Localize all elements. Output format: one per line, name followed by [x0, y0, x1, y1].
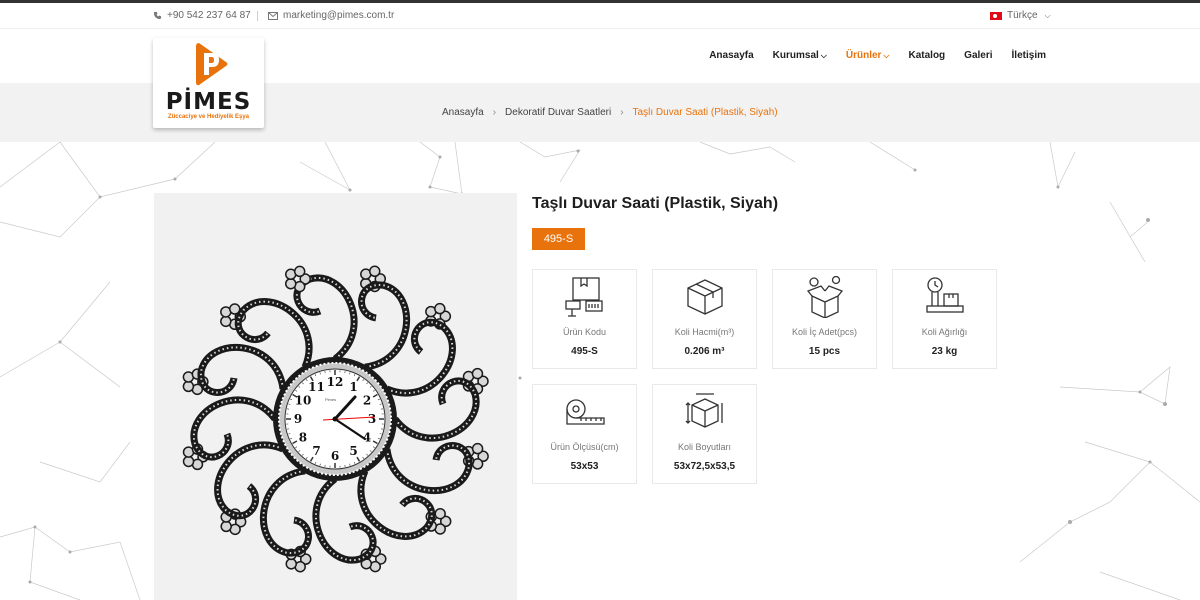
top-bar: +90 542 237 64 87 marketing@pimes.com.tr… — [0, 3, 1200, 29]
logo-mark-icon — [196, 43, 228, 86]
nav-label: Kurumsal — [772, 50, 819, 61]
clock-crystal — [471, 442, 484, 455]
clock-number: 10 — [295, 394, 312, 408]
clock-swirl-petal — [293, 274, 358, 362]
spec-value: 23 kg — [931, 346, 958, 357]
spec-card-product-size: Ürün Ölçüsü(cm) 53x53 — [532, 384, 637, 484]
clock-crystal — [284, 277, 297, 290]
topbar-divider — [257, 11, 258, 21]
clock-brand-text: Pimes — [325, 397, 336, 402]
clock-number: 2 — [363, 394, 371, 408]
email-link[interactable]: marketing@pimes.com.tr — [268, 10, 394, 21]
chevron-right-icon: › — [492, 107, 497, 118]
chevron-right-icon: › — [620, 107, 624, 118]
clock-number: 12 — [327, 375, 344, 389]
spec-label: Ürün Kodu — [562, 327, 607, 337]
breadcrumb: Anasayfa › Dekoratif Duvar Saatleri › Ta… — [442, 107, 778, 118]
nav-iletisim[interactable]: İletişim — [1012, 50, 1046, 61]
chevron-down-icon: ⌵ — [1044, 10, 1051, 20]
clock-number: 8 — [299, 431, 307, 445]
nav-urunler[interactable]: Ürünler ⌵ — [846, 50, 890, 61]
main-nav: Anasayfa Kurumsal ⌵ Ürünler ⌵ Katalog Gale… — [709, 50, 1046, 61]
clock-number: 1 — [349, 380, 357, 394]
box-quantity-icon — [806, 276, 844, 318]
clock-number: 9 — [294, 412, 302, 426]
spec-card-box-volume: Koli Hacmi(m³) 0.206 m³ — [652, 269, 757, 369]
clock-crystal — [471, 367, 484, 380]
clock-number: 11 — [308, 380, 325, 394]
wall-clock-image: 12 1234567891011Pimes — [182, 265, 489, 573]
spec-card-box-quantity: Koli İç Adet(pcs) 15 pcs — [772, 269, 877, 369]
clock-number: 3 — [368, 412, 376, 426]
nav-label: Anasayfa — [709, 50, 754, 61]
spec-label: Koli İç Adet(pcs) — [791, 327, 858, 337]
logo-tagline: Züccaciye ve Hediyelik Eşya — [167, 114, 250, 120]
breadcrumb-home[interactable]: Anasayfa — [442, 107, 484, 118]
chevron-down-icon: ⌵ — [883, 51, 890, 60]
spec-value: 53x53 — [570, 461, 599, 472]
clock-number: 5 — [349, 444, 357, 458]
turkey-flag-icon — [990, 11, 1002, 20]
language-label: Türkçe — [1007, 10, 1038, 21]
spec-label: Ürün Ölçüsü(cm) — [550, 442, 619, 452]
clock-crystal — [182, 455, 195, 468]
mail-icon — [268, 11, 278, 20]
spec-value: 0.206 m³ — [684, 346, 725, 357]
spec-label: Koli Ağırlığı — [921, 327, 968, 337]
nav-label: Galeri — [964, 50, 993, 61]
phone-link[interactable]: +90 542 237 64 87 — [153, 10, 251, 21]
chevron-down-icon: ⌵ — [820, 51, 827, 60]
clock-crystal — [220, 315, 232, 328]
clock-crystal — [220, 520, 232, 533]
clock-number: 6 — [331, 449, 339, 463]
spec-value: 15 pcs — [808, 346, 841, 357]
spec-card-box-weight: Koli Ağırlığı 23 kg — [892, 269, 997, 369]
phone-icon — [153, 11, 162, 20]
nav-label: Ürünler — [845, 50, 882, 61]
clock-swirl-petal — [392, 377, 480, 442]
clock-center-pin — [332, 416, 338, 422]
clock-crystal — [368, 265, 381, 278]
logo-wordmark: PİMES — [165, 89, 252, 115]
nav-label: Katalog — [908, 50, 946, 61]
phone-number: +90 542 237 64 87 — [167, 10, 251, 21]
breadcrumb-current: Taşlı Duvar Saati (Plastik, Siyah) — [632, 107, 778, 118]
clock-crystal — [285, 558, 298, 570]
product-image[interactable]: 12 1 2 3 4 5 6 7 8 9 10 11 Pimes — [154, 193, 517, 600]
scale-weight-icon — [926, 277, 964, 313]
site-logo[interactable]: PİMES Züccaciye ve Hediyelik Eşya — [153, 38, 264, 128]
clock-crystal — [434, 507, 446, 520]
spec-label: Koli Hacmi(m³) — [674, 327, 735, 337]
measuring-tape-icon — [566, 399, 605, 425]
clock-crystal — [182, 380, 195, 393]
spec-value: 53x72,5x53,5 — [673, 461, 736, 472]
clock-swirl-petal — [190, 396, 278, 461]
clock-number: 7 — [312, 444, 320, 458]
nav-katalog[interactable]: Katalog — [909, 50, 946, 61]
spec-value: 495-S — [571, 346, 598, 357]
nav-kurumsal[interactable]: Kurumsal ⌵ — [773, 50, 827, 61]
language-selector[interactable]: Türkçe ⌵ — [990, 10, 1051, 21]
product-code-icon — [565, 277, 603, 317]
clock-crystal — [293, 265, 306, 278]
spec-label: Koli Boyutları — [677, 442, 732, 452]
clock-swirl-petal — [312, 476, 377, 564]
product-code-badge: 495-S — [532, 228, 585, 250]
nav-galeri[interactable]: Galeri — [964, 50, 992, 61]
spec-card-product-code: Ürün Kodu 495-S — [532, 269, 637, 369]
spec-card-box-dimensions: Koli Boyutları 53x72,5x53,5 — [652, 384, 757, 484]
breadcrumb-category[interactable]: Dekoratif Duvar Saatleri — [505, 107, 611, 118]
product-title: Taşlı Duvar Saati (Plastik, Siyah) — [532, 195, 779, 212]
email-address: marketing@pimes.com.tr — [283, 10, 395, 21]
nav-label: İletişim — [1011, 50, 1046, 61]
box-volume-icon — [687, 279, 723, 315]
clock-crystal — [434, 302, 446, 315]
nav-anasayfa[interactable]: Anasayfa — [709, 50, 753, 61]
box-dimensions-icon — [685, 393, 723, 428]
